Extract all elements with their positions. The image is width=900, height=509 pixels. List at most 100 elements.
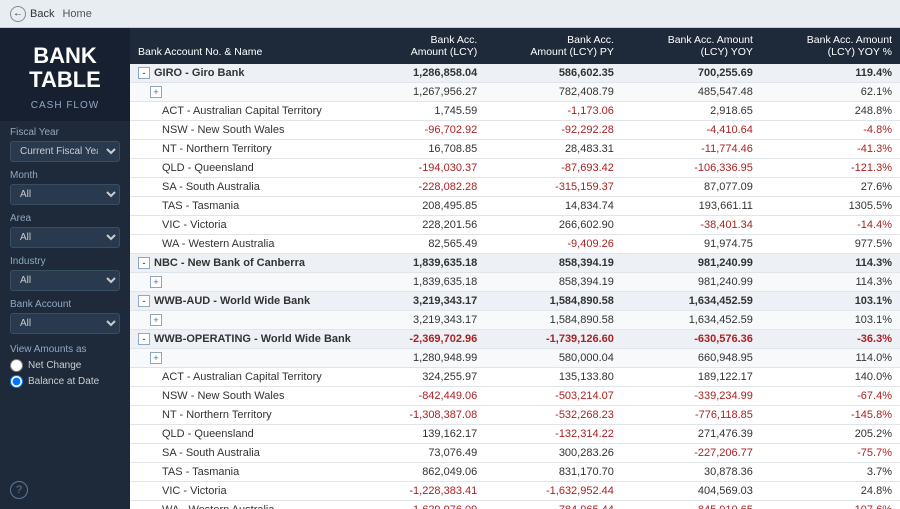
cell-amount-yoy: -106,336.95 — [622, 159, 761, 178]
cell-amount-lcy: -1,228,383.41 — [370, 482, 485, 501]
bank-account-select[interactable]: All — [10, 313, 120, 334]
cell-amount-lcy-py: 782,408.79 — [485, 83, 622, 102]
cell-amount-yoy: -4,410.64 — [622, 121, 761, 140]
cell-amount-lcy: 73,076.49 — [370, 444, 485, 463]
table-row: -NBC - New Bank of Canberra1,839,635.188… — [130, 254, 900, 273]
cell-amount-yoy-pct: 103.1% — [761, 311, 900, 330]
cell-amount-yoy-pct: 119.4% — [761, 64, 900, 83]
cell-amount-yoy: 87,077.09 — [622, 178, 761, 197]
table-row: WA - Western Australia-1,629,976.09-784,… — [130, 501, 900, 509]
cell-name: ACT - Australian Capital Territory — [130, 102, 370, 121]
cell-name: -WWB-OPERATING - World Wide Bank — [130, 330, 370, 349]
col-header-amount-lcy-py: Bank Acc.Amount (LCY) PY — [485, 28, 622, 64]
table-row: VIC - Victoria228,201.56266,602.90-38,40… — [130, 216, 900, 235]
table-row: -GIRO - Giro Bank1,286,858.04586,602.357… — [130, 64, 900, 83]
cell-amount-yoy-pct: 248.8% — [761, 102, 900, 121]
bank-table: Bank Account No. & Name Bank Acc.Amount … — [130, 28, 900, 509]
cell-amount-lcy: -228,082.28 — [370, 178, 485, 197]
cell-amount-yoy: -339,234.99 — [622, 387, 761, 406]
cell-name: VIC - Victoria — [130, 482, 370, 501]
cell-name: QLD - Queensland — [130, 159, 370, 178]
expand-icon[interactable]: - — [138, 333, 150, 345]
expand-icon[interactable]: + — [150, 276, 162, 288]
table-row: WA - Western Australia82,565.49-9,409.26… — [130, 235, 900, 254]
cell-amount-yoy: 271,476.39 — [622, 425, 761, 444]
cell-amount-lcy-py: -315,159.37 — [485, 178, 622, 197]
cell-amount-lcy: 1,286,858.04 — [370, 64, 485, 83]
cell-amount-lcy-py: 266,602.90 — [485, 216, 622, 235]
expand-icon[interactable]: - — [138, 257, 150, 269]
cell-amount-lcy: 1,839,635.18 — [370, 273, 485, 292]
cell-amount-yoy-pct: -75.7% — [761, 444, 900, 463]
cell-amount-yoy: 2,918.65 — [622, 102, 761, 121]
cell-amount-lcy-py: 586,602.35 — [485, 64, 622, 83]
cell-amount-yoy: 1,634,452.59 — [622, 311, 761, 330]
cell-name: TAS - Tasmania — [130, 197, 370, 216]
cell-name: WA - Western Australia — [130, 235, 370, 254]
table-row: VIC - Victoria-1,228,383.41-1,632,952.44… — [130, 482, 900, 501]
cell-amount-yoy-pct: -107.6% — [761, 501, 900, 509]
cell-amount-lcy: -2,369,702.96 — [370, 330, 485, 349]
cell-amount-lcy-py: -532,268.23 — [485, 406, 622, 425]
table-row: ACT - Australian Capital Territory1,745.… — [130, 102, 900, 121]
bank-account-label: Bank Account — [10, 299, 120, 310]
app-title: BANKTABLE — [29, 44, 101, 92]
cell-amount-yoy-pct: -4.8% — [761, 121, 900, 140]
cell-amount-yoy: 485,547.48 — [622, 83, 761, 102]
radio-balance-at-date[interactable]: Balance at Date — [10, 375, 120, 388]
col-header-amount-yoy: Bank Acc. Amount(LCY) YOY — [622, 28, 761, 64]
expand-icon[interactable]: + — [150, 352, 162, 364]
cell-amount-lcy-py: -1,739,126.60 — [485, 330, 622, 349]
cell-amount-yoy-pct: 3.7% — [761, 463, 900, 482]
table-row: -WWB-OPERATING - World Wide Bank-2,369,7… — [130, 330, 900, 349]
cell-amount-yoy-pct: -41.3% — [761, 140, 900, 159]
cell-amount-yoy: -227,206.77 — [622, 444, 761, 463]
cell-amount-yoy-pct: -14.4% — [761, 216, 900, 235]
cell-amount-yoy-pct: 27.6% — [761, 178, 900, 197]
expand-icon[interactable]: + — [150, 314, 162, 326]
cell-amount-yoy-pct: 114.0% — [761, 349, 900, 368]
industry-label: Industry — [10, 256, 120, 267]
cell-name: SA - South Australia — [130, 444, 370, 463]
month-select[interactable]: All — [10, 184, 120, 205]
cell-name: NSW - New South Wales — [130, 387, 370, 406]
main-content: Bank Account No. & Name Bank Acc.Amount … — [130, 28, 900, 509]
sidebar-subtitle: CASH FLOW — [31, 100, 99, 111]
home-link[interactable]: Home — [62, 8, 91, 20]
help-button[interactable]: ? — [10, 481, 28, 499]
cell-name: ACT - Australian Capital Territory — [130, 368, 370, 387]
cell-amount-lcy-py: -9,409.26 — [485, 235, 622, 254]
cell-amount-lcy-py: 28,483.31 — [485, 140, 622, 159]
cell-name: + — [130, 349, 370, 368]
cell-amount-yoy-pct: 114.3% — [761, 254, 900, 273]
area-select[interactable]: All — [10, 227, 120, 248]
cell-amount-yoy-pct: 103.1% — [761, 292, 900, 311]
cell-amount-lcy-py: 858,394.19 — [485, 273, 622, 292]
cell-name: + — [130, 273, 370, 292]
table-row: QLD - Queensland-194,030.37-87,693.42-10… — [130, 159, 900, 178]
table-row: +1,280,948.99580,000.04660,948.95114.0% — [130, 349, 900, 368]
cell-amount-yoy-pct: -145.8% — [761, 406, 900, 425]
table-row: NT - Northern Territory-1,308,387.08-532… — [130, 406, 900, 425]
back-button[interactable]: ← Back — [10, 6, 54, 22]
cell-name: QLD - Queensland — [130, 425, 370, 444]
cell-name: -WWB-AUD - World Wide Bank — [130, 292, 370, 311]
industry-select[interactable]: All — [10, 270, 120, 291]
cell-amount-lcy: 82,565.49 — [370, 235, 485, 254]
expand-icon[interactable]: - — [138, 295, 150, 307]
cell-amount-lcy-py: 580,000.04 — [485, 349, 622, 368]
table-row: NT - Northern Territory16,708.8528,483.3… — [130, 140, 900, 159]
col-header-name: Bank Account No. & Name — [130, 28, 370, 64]
radio-net-change[interactable]: Net Change — [10, 359, 120, 372]
cell-amount-yoy: 660,948.95 — [622, 349, 761, 368]
view-amounts-label: View Amounts as — [10, 344, 120, 355]
expand-icon[interactable]: - — [138, 67, 150, 79]
fiscal-year-select[interactable]: Current Fiscal Year — [10, 141, 120, 162]
table-row: NSW - New South Wales-96,702.92-92,292.2… — [130, 121, 900, 140]
cell-amount-yoy: 193,661.11 — [622, 197, 761, 216]
expand-icon[interactable]: + — [150, 86, 162, 98]
cell-amount-lcy-py: -132,314.22 — [485, 425, 622, 444]
fiscal-year-label: Fiscal Year — [10, 127, 120, 138]
cell-amount-lcy: 3,219,343.17 — [370, 292, 485, 311]
cell-name: VIC - Victoria — [130, 216, 370, 235]
